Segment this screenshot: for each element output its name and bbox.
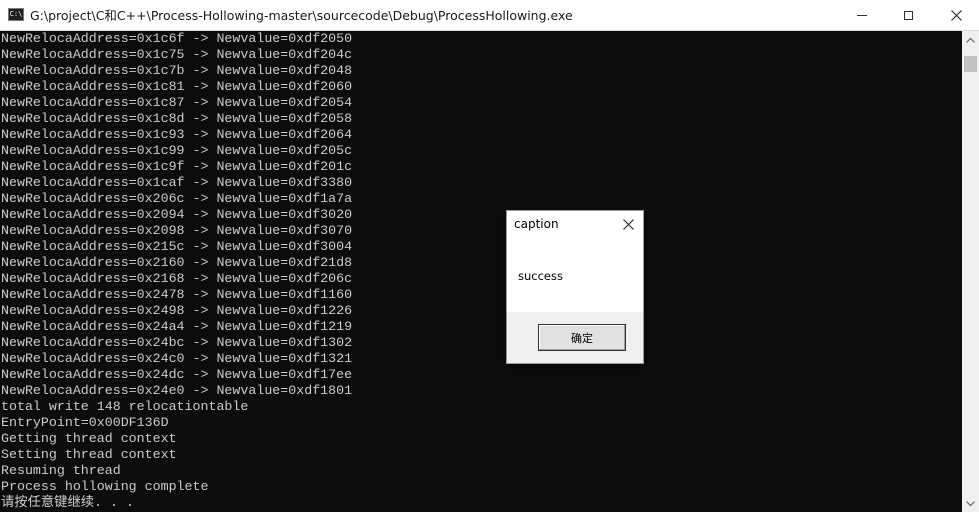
console-line: Process hollowing complete: [1, 479, 209, 494]
console-line: NewRelocaAddress=0x1c7b -> Newvalue=0xdf…: [1, 63, 353, 78]
console-line: NewRelocaAddress=0x2160 -> Newvalue=0xdf…: [1, 255, 353, 270]
console-line: NewRelocaAddress=0x1c8d -> Newvalue=0xdf…: [1, 111, 353, 126]
console-line: NewRelocaAddress=0x2094 -> Newvalue=0xdf…: [1, 207, 353, 222]
console-line: EntryPoint=0x00DF136D: [1, 415, 169, 430]
console-line: NewRelocaAddress=0x2098 -> Newvalue=0xdf…: [1, 223, 353, 238]
console-line: Getting thread context: [1, 431, 177, 446]
close-icon: [950, 10, 962, 21]
maximize-button[interactable]: [885, 0, 931, 31]
console-line: NewRelocaAddress=0x1c9f -> Newvalue=0xdf…: [1, 159, 353, 174]
console-line: NewRelocaAddress=0x24a4 -> Newvalue=0xdf…: [1, 319, 353, 334]
console-line: NewRelocaAddress=0x24c0 -> Newvalue=0xdf…: [1, 351, 353, 366]
message-box-caption: caption: [514, 217, 559, 231]
message-box-text: success: [518, 269, 563, 283]
scroll-up-button[interactable]: [962, 31, 979, 48]
scroll-thumb[interactable]: [964, 56, 977, 72]
close-button[interactable]: [933, 0, 979, 31]
maximize-icon: [903, 11, 913, 20]
console-line: NewRelocaAddress=0x1caf -> Newvalue=0xdf…: [1, 175, 353, 190]
console-line: NewRelocaAddress=0x2168 -> Newvalue=0xdf…: [1, 271, 353, 286]
window-title: G:\project\C和C++\Process-Hollowing-maste…: [30, 8, 573, 23]
minimize-button[interactable]: [839, 0, 885, 31]
console-line: NewRelocaAddress=0x215c -> Newvalue=0xdf…: [1, 239, 353, 254]
console-line: NewRelocaAddress=0x24dc -> Newvalue=0xdf…: [1, 367, 353, 382]
console-line: Setting thread context: [1, 447, 177, 462]
vertical-scrollbar[interactable]: [962, 31, 979, 512]
message-box: caption success 确定: [506, 210, 644, 364]
console-line: NewRelocaAddress=0x1c81 -> Newvalue=0xdf…: [1, 79, 353, 94]
title-bar[interactable]: C:\ G:\project\C和C++\Process-Hollowing-m…: [0, 0, 979, 31]
console-output[interactable]: NewRelocaAddress=0x1c6f -> Newvalue=0xdf…: [0, 31, 962, 512]
ok-button[interactable]: 确定: [538, 324, 626, 351]
console-line: NewRelocaAddress=0x1c6f -> Newvalue=0xdf…: [1, 31, 353, 46]
console-line: NewRelocaAddress=0x24e0 -> Newvalue=0xdf…: [1, 383, 353, 398]
console-line: NewRelocaAddress=0x2478 -> Newvalue=0xdf…: [1, 287, 353, 302]
console-line: NewRelocaAddress=0x1c93 -> Newvalue=0xdf…: [1, 127, 353, 142]
message-box-close-button[interactable]: [621, 217, 635, 231]
console-line: 请按任意键继续. . .: [1, 495, 134, 510]
close-icon: [622, 218, 634, 230]
console-line: NewRelocaAddress=0x1c75 -> Newvalue=0xdf…: [1, 47, 353, 62]
minimize-icon: [857, 15, 867, 16]
console-line: NewRelocaAddress=0x1c99 -> Newvalue=0xdf…: [1, 143, 353, 158]
console-line: total write 148 relocationtable: [1, 399, 249, 414]
console-line: NewRelocaAddress=0x2498 -> Newvalue=0xdf…: [1, 303, 353, 318]
scroll-down-button[interactable]: [962, 495, 979, 512]
console-line: NewRelocaAddress=0x206c -> Newvalue=0xdf…: [1, 191, 353, 206]
chevron-up-icon: [966, 37, 975, 43]
chevron-down-icon: [966, 500, 975, 506]
console-line: NewRelocaAddress=0x24bc -> Newvalue=0xdf…: [1, 335, 353, 350]
console-app-icon: C:\: [8, 8, 24, 21]
console-line: NewRelocaAddress=0x1c87 -> Newvalue=0xdf…: [1, 95, 353, 110]
console-lines: NewRelocaAddress=0x1c6f -> Newvalue=0xdf…: [0, 31, 962, 511]
message-box-body: caption success: [507, 211, 643, 312]
console-line: Resuming thread: [1, 463, 121, 478]
